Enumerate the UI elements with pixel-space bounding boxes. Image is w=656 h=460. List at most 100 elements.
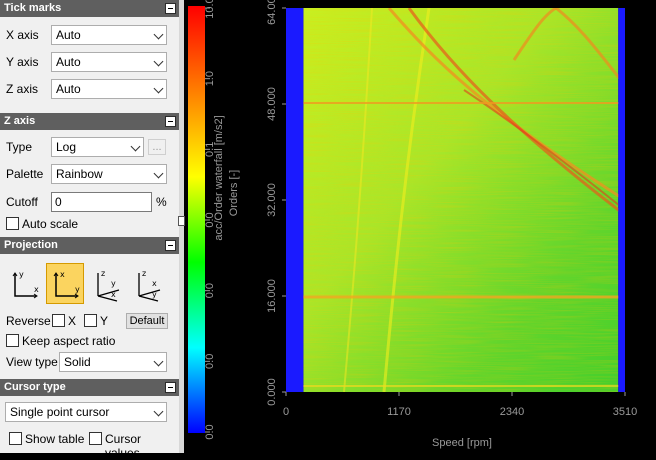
colorbar	[188, 6, 205, 433]
show-table-label: Show table	[25, 432, 85, 446]
z-axis-ticks-value: Auto	[56, 82, 81, 96]
colorbar-tick-label: 10.0	[204, 0, 216, 19]
svg-text:x: x	[111, 290, 116, 299]
z-axis-title: Z axis	[4, 115, 36, 127]
auto-scale-label: Auto scale	[22, 217, 79, 231]
cursor-type-select[interactable]: Single point cursor	[5, 402, 167, 422]
chevron-down-icon	[153, 83, 164, 94]
svg-text:y: y	[75, 285, 80, 294]
z-axis-header[interactable]: Z axis	[0, 113, 179, 130]
tick-marks-header[interactable]: Tick marks	[0, 0, 179, 17]
heatmap-texture	[303, 8, 619, 392]
y-axis-ticks-select[interactable]: Auto	[51, 52, 167, 72]
x-tick-label: 2340	[500, 406, 524, 418]
projection-zxy-button[interactable]: z x y	[129, 263, 167, 304]
axes-3d-icon: z x y	[138, 269, 161, 302]
cutoff-unit: %	[156, 195, 167, 209]
collapse-icon[interactable]	[165, 240, 176, 251]
view-type-value: Solid	[64, 355, 91, 369]
collapse-icon[interactable]	[165, 3, 176, 14]
y-tick-label: 0.000	[266, 378, 278, 406]
palette-label: Palette	[6, 167, 44, 181]
reverse-x-label: X	[68, 314, 77, 328]
cursor-type-value: Single point cursor	[10, 405, 110, 419]
axes-xy-icon: y x	[12, 270, 39, 299]
palette-select[interactable]: Rainbow	[51, 164, 167, 184]
x-axis-ticks-select[interactable]: Auto	[51, 25, 167, 45]
projection-zyx-button[interactable]: z y x	[88, 263, 126, 304]
cutoff-label: Cutoff	[6, 195, 38, 209]
axes-3d-icon: z y x	[97, 269, 120, 302]
svg-text:x: x	[152, 279, 157, 288]
reverse-y-checkbox[interactable]	[84, 314, 97, 327]
colorbar-label: acc/Order waterfall [m/s2]	[213, 115, 225, 240]
z-type-select[interactable]: Log	[51, 137, 144, 157]
x-tick-label: 3510	[613, 406, 637, 418]
show-table-checkbox[interactable]	[9, 432, 22, 445]
chevron-down-icon	[153, 406, 164, 417]
svg-text:y: y	[19, 270, 24, 279]
z-axis-ticks-select[interactable]: Auto	[51, 79, 167, 99]
reverse-y-label: Y	[100, 314, 109, 328]
z-axis-label: Z axis	[6, 82, 39, 96]
no-data-left	[286, 8, 304, 392]
svg-text:y: y	[111, 279, 116, 288]
view-type-label: View type	[6, 355, 58, 369]
cursor-type-header[interactable]: Cursor type	[0, 379, 179, 396]
colorbar-tick-label: 0.0	[204, 283, 216, 298]
type-options-button[interactable]: ...	[148, 139, 166, 155]
cutoff-input[interactable]: 0	[51, 192, 152, 212]
colorbar-tick-label: 1.0	[204, 71, 216, 86]
x-axis-label: Speed [rpm]	[432, 437, 492, 449]
collapse-icon[interactable]	[165, 116, 176, 127]
y-axis-ticks-value: Auto	[56, 55, 81, 69]
keep-aspect-label: Keep aspect ratio	[22, 334, 116, 348]
chevron-down-icon	[153, 56, 164, 67]
y-axis-label: Orders [-]	[228, 170, 240, 216]
svg-text:x: x	[34, 285, 39, 294]
type-label: Type	[6, 140, 33, 154]
cursor-values-checkbox[interactable]	[89, 432, 102, 445]
projection-header[interactable]: Projection	[0, 237, 179, 254]
reverse-x-checkbox[interactable]	[52, 314, 65, 327]
svg-text:z: z	[142, 269, 146, 278]
y-axis-label: Y axis	[6, 55, 39, 69]
svg-text:y: y	[152, 290, 157, 299]
x-axis-label: X axis	[6, 28, 39, 42]
axes-yx-icon: x y	[53, 270, 80, 299]
colorbar-tick-label: 0.0	[204, 354, 216, 369]
x-tick-label: 0	[283, 406, 289, 418]
x-axis-ticks: 0 1170 2340 3510	[283, 392, 637, 418]
reverse-label: Reverse	[6, 314, 51, 328]
cursor-type-title: Cursor type	[4, 381, 66, 393]
tick-marks-title: Tick marks	[4, 2, 62, 14]
y-tick-label: 64.000	[266, 0, 278, 25]
svg-text:z: z	[101, 269, 105, 278]
x-tick-label: 1170	[387, 406, 411, 418]
colorbar-tick-label: 0.0	[204, 424, 216, 439]
projection-yx-button[interactable]: x y	[46, 263, 84, 304]
palette-value: Rainbow	[56, 167, 103, 181]
svg-text:x: x	[60, 270, 65, 279]
default-button[interactable]: Default	[126, 313, 168, 329]
x-axis-ticks-value: Auto	[56, 28, 81, 42]
control-panel: Tick marks X axis Auto Y axis Auto Z axi…	[0, 0, 179, 460]
y-tick-label: 32.000	[266, 183, 278, 217]
no-data-right	[618, 8, 625, 392]
auto-scale-checkbox[interactable]	[6, 217, 19, 230]
chevron-down-icon	[153, 29, 164, 40]
collapse-icon[interactable]	[165, 382, 176, 393]
order-waterfall-plot[interactable]: 10.01.00.10.00.00.00.0 acc/Order waterfa…	[184, 0, 656, 453]
chevron-down-icon	[130, 141, 141, 152]
view-type-select[interactable]: Solid	[59, 352, 167, 372]
projection-xy-button[interactable]: y x	[5, 263, 43, 304]
z-type-value: Log	[56, 140, 77, 154]
cursor-values-label: Cursor values	[105, 432, 142, 460]
projection-title: Projection	[4, 239, 58, 251]
keep-aspect-checkbox[interactable]	[6, 334, 19, 347]
chevron-down-icon	[153, 356, 164, 367]
y-axis-ticks: 0.000 16.000 32.000 48.000 64.000	[266, 0, 286, 406]
chevron-down-icon	[153, 168, 164, 179]
y-tick-label: 16.000	[266, 279, 278, 313]
y-tick-label: 48.000	[266, 87, 278, 121]
